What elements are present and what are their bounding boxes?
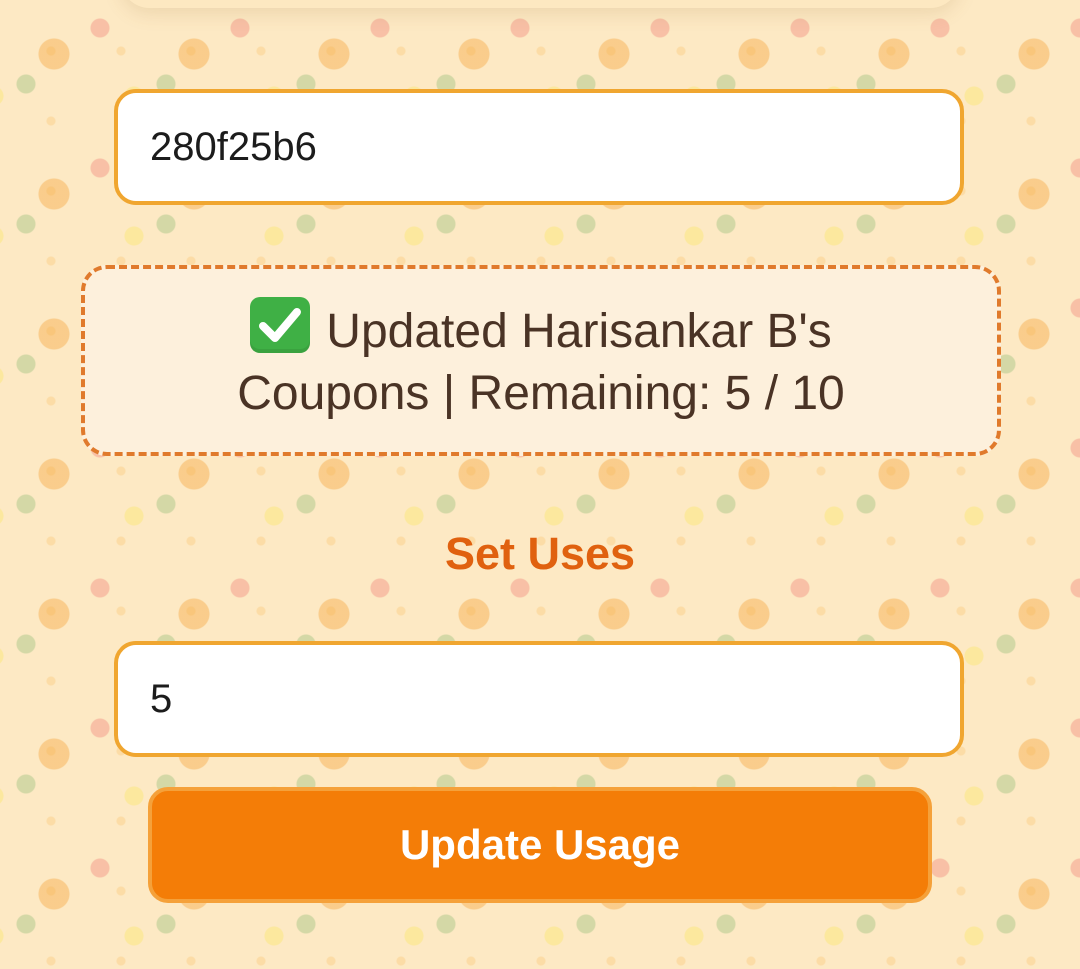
check-mark-icon <box>250 296 311 353</box>
update-usage-button[interactable]: Update Usage <box>148 787 932 903</box>
update-usage-button-label: Update Usage <box>399 821 681 868</box>
coupon-code-input[interactable]: 280f25b6 <box>114 89 964 205</box>
status-message-box: Updated Harisankar B's Coupons | Remaini… <box>81 265 1001 456</box>
set-uses-title: Set Uses <box>444 528 636 579</box>
uses-input[interactable]: 5 <box>114 641 964 757</box>
status-message-text: Updated Harisankar B's Coupons | Remaini… <box>237 304 845 420</box>
uses-value: 5 <box>150 676 173 721</box>
coupon-code-value: 280f25b6 <box>150 124 317 169</box>
status-message: Updated Harisankar B's Coupons | Remaini… <box>211 296 871 425</box>
card-top-edge <box>120 0 960 8</box>
